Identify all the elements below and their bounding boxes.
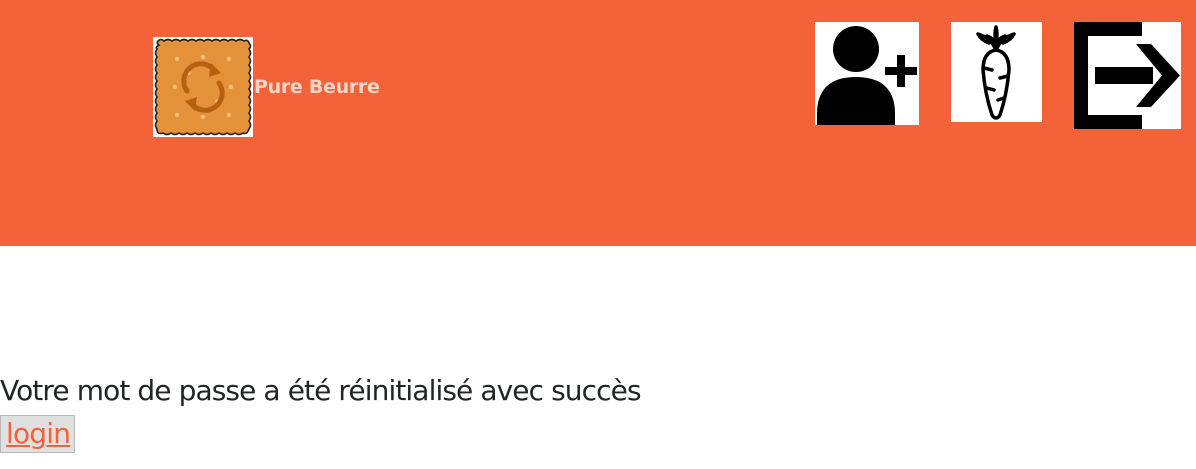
brand-name: Pure Beurre xyxy=(254,76,380,98)
success-message: Votre mot de passe a été réinitialisé av… xyxy=(0,374,642,407)
add-user-icon[interactable] xyxy=(815,22,919,125)
logout-icon[interactable] xyxy=(1074,22,1181,129)
brand-link[interactable]: Pure Beurre xyxy=(153,37,380,137)
site-header: Pure Beurre xyxy=(0,0,1196,246)
login-button[interactable]: login xyxy=(0,415,76,453)
biscuit-logo-icon xyxy=(153,37,253,137)
main-content: Votre mot de passe a été réinitialisé av… xyxy=(0,370,642,453)
carrot-icon[interactable] xyxy=(951,22,1042,122)
